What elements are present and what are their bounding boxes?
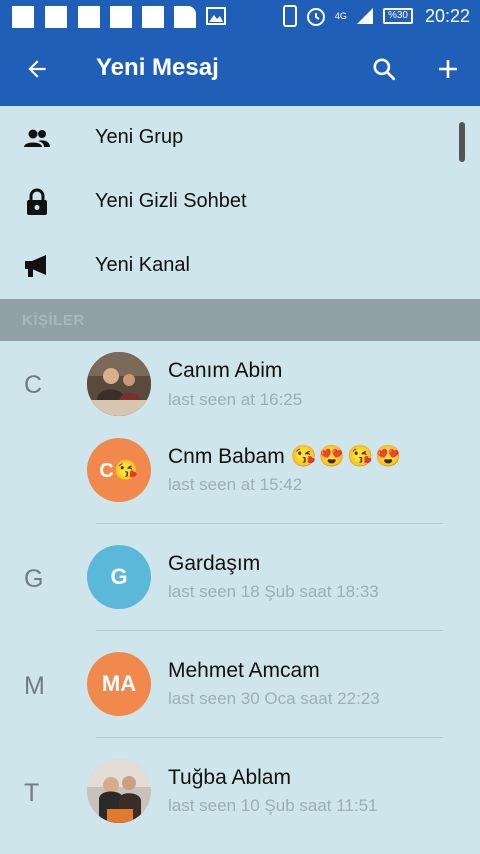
index-letter: G (24, 565, 44, 593)
contact-name-emojis: 😘😍😘😍 (290, 445, 404, 468)
battery-icon: %30 (382, 8, 413, 24)
avatar (87, 759, 151, 823)
contact-last-seen: last seen at 15:42 (168, 475, 303, 494)
contact-name: Tuğba Ablam (168, 766, 291, 789)
avatar: C😘 (87, 438, 151, 502)
notification-icon (110, 6, 132, 28)
divider (96, 523, 443, 524)
new-secret-chat-item[interactable]: Yeni Gizli Sohbet (0, 170, 480, 234)
avatar-photo (87, 759, 151, 823)
network-type: 4G (334, 11, 347, 21)
clock: 20:22 (424, 5, 470, 26)
contact-last-seen: last seen 30 Oca saat 22:23 (168, 689, 380, 708)
new-channel-label: Yeni Kanal (95, 254, 190, 276)
divider (96, 630, 443, 631)
notification-icon (174, 6, 196, 28)
alarm-icon (306, 8, 325, 26)
app-bar: Yeni Mesaj (0, 32, 480, 106)
add-button[interactable] (428, 49, 468, 89)
new-channel-item[interactable]: Yeni Kanal (0, 234, 480, 298)
contact-last-seen: last seen 10 Şub saat 11:51 (168, 796, 378, 815)
new-group-label: Yeni Grup (95, 126, 184, 148)
signal-icon (356, 8, 373, 24)
avatar: G (87, 545, 151, 609)
image-icon (206, 7, 226, 25)
contact-last-seen: last seen at 16:25 (168, 390, 303, 409)
contact-name: Cnm Babam (168, 445, 285, 468)
notification-icon (78, 6, 100, 28)
scrollbar[interactable] (459, 122, 465, 162)
plus-icon (439, 60, 457, 78)
notification-icon (142, 6, 164, 28)
status-bar: 4G %30 20:22 (0, 0, 480, 32)
avatar: MA (87, 652, 151, 716)
contact-last-seen: last seen 18 Şub saat 18:33 (168, 582, 379, 601)
contact-name-row: Cnm Babam 😘😍😘😍 (168, 445, 403, 469)
divider (96, 737, 443, 738)
search-button[interactable] (364, 49, 404, 89)
index-letter: T (24, 779, 40, 807)
page-title: Yeni Mesaj (96, 54, 219, 81)
back-arrow-icon (28, 60, 46, 78)
avatar (87, 352, 151, 416)
new-secret-chat-label: Yeni Gizli Sohbet (95, 190, 247, 212)
contact-name: Mehmet Amcam (168, 659, 320, 682)
notification-icon (12, 6, 34, 28)
contacts-section-header: KİŞİLER (0, 299, 480, 341)
megaphone-icon (22, 252, 52, 280)
back-button[interactable] (17, 49, 57, 89)
index-letter: C (24, 371, 43, 399)
new-group-item[interactable]: Yeni Grup (0, 106, 480, 170)
contact-name: Gardaşım (168, 552, 261, 575)
group-icon (22, 124, 52, 152)
contact-name: Canım Abim (168, 359, 283, 382)
avatar-photo (87, 352, 151, 416)
search-icon (373, 58, 396, 81)
index-letter: M (24, 672, 45, 700)
phone-icon (282, 5, 297, 27)
lock-icon (22, 188, 52, 216)
section-title: KİŞİLER (22, 312, 85, 329)
notification-icon (45, 6, 67, 28)
